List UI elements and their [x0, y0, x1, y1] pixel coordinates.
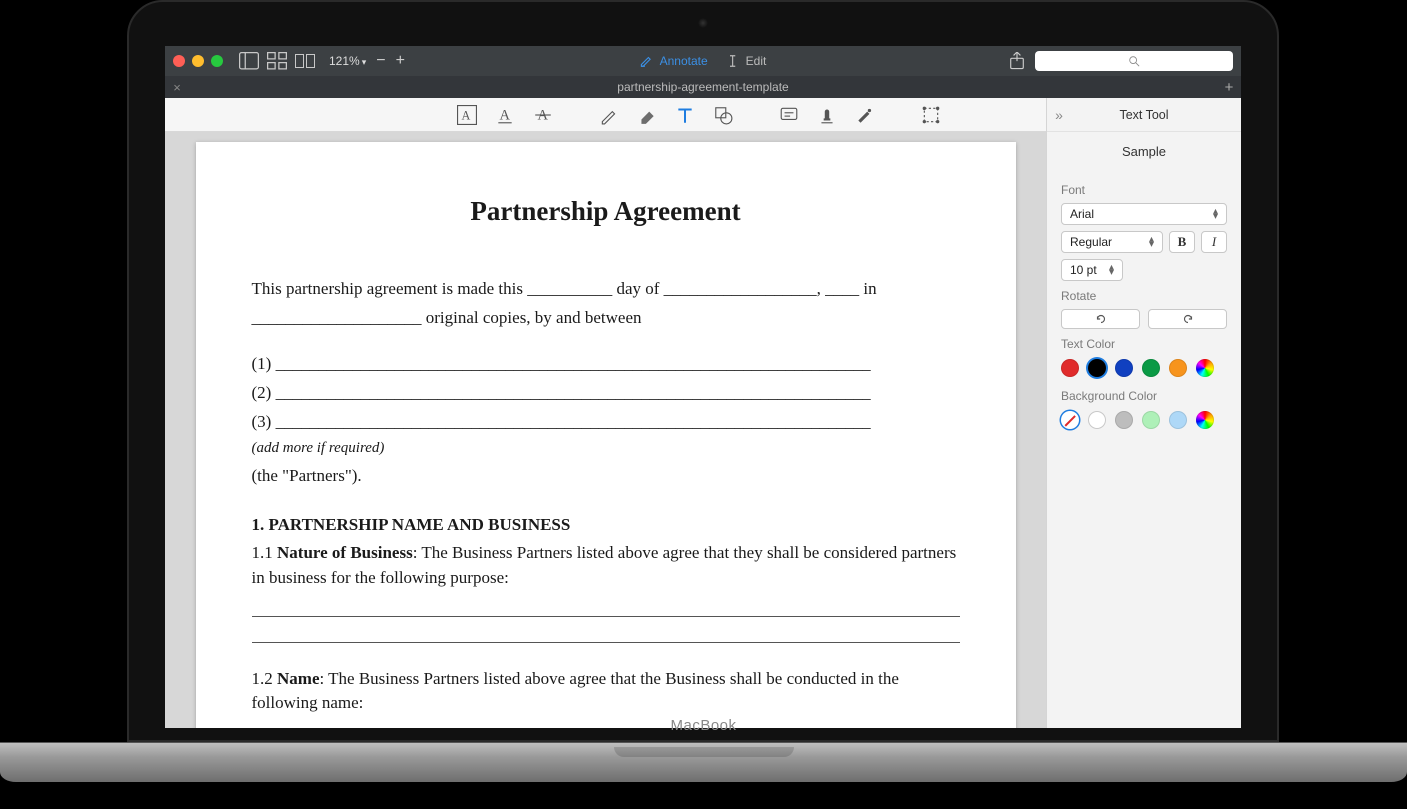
drawing-group	[599, 105, 733, 125]
shape-tool-icon[interactable]	[713, 105, 733, 125]
minimize-window[interactable]	[192, 55, 204, 67]
doc-title: Partnership Agreement	[252, 192, 960, 231]
markup-group	[779, 105, 875, 125]
font-family-select[interactable]: Arial ▴▾	[1061, 203, 1227, 225]
two-page-view-icon[interactable]	[295, 52, 315, 70]
zoom-value[interactable]: 121%▾	[329, 54, 366, 68]
bg-color-swatch[interactable]	[1061, 411, 1079, 429]
laptop-frame: 121%▾ − + Annotate Edit	[127, 0, 1279, 809]
annotate-label: Annotate	[660, 54, 708, 68]
rotate-section-label: Rotate	[1061, 289, 1227, 303]
text-color-swatch[interactable]	[1142, 359, 1160, 377]
section-1-heading: 1. PARTNERSHIP NAME AND BUSINESS	[252, 513, 960, 538]
bold-button[interactable]: B	[1169, 231, 1195, 253]
mode-switch: Annotate Edit	[640, 54, 767, 68]
text-color-swatch[interactable]	[1169, 359, 1187, 377]
pencil-icon[interactable]	[599, 105, 619, 125]
selection-icon[interactable]	[921, 105, 941, 125]
app-window: 121%▾ − + Annotate Edit	[165, 46, 1241, 728]
svg-text:A: A	[461, 108, 470, 122]
font-style-select[interactable]: Regular ▴▾	[1061, 231, 1163, 253]
thumbnails-icon[interactable]	[267, 52, 287, 70]
traffic-lights	[173, 55, 223, 67]
close-window[interactable]	[173, 55, 185, 67]
document-page: Partnership Agreement This partnership a…	[196, 142, 1016, 728]
main-area: A A A	[165, 98, 1046, 728]
partner-line-1: (1) ____________________________________…	[252, 352, 960, 377]
edit-label: Edit	[746, 54, 767, 68]
partners-label: (the "Partners").	[252, 464, 960, 489]
svg-text:A: A	[499, 107, 510, 123]
bg-color-swatch[interactable]	[1088, 411, 1106, 429]
text-color-swatches	[1061, 359, 1227, 377]
zoom-group: 121%▾ − +	[329, 53, 405, 69]
section-1-1: 1.1 Nature of Business: The Business Par…	[252, 541, 960, 590]
rotate-cw-button[interactable]	[1148, 309, 1227, 329]
edit-mode-button[interactable]: Edit	[726, 54, 767, 68]
bg-color-swatches	[1061, 411, 1227, 429]
eraser-icon[interactable]	[637, 105, 657, 125]
partner-line-2: (2) ____________________________________…	[252, 381, 960, 406]
sidebar-title: Text Tool	[1071, 108, 1217, 122]
strike-text-icon[interactable]: A	[533, 105, 553, 125]
signature-icon[interactable]	[855, 105, 875, 125]
text-color-swatch[interactable]	[1088, 359, 1106, 377]
text-style-group: A A A	[457, 105, 553, 125]
bg-color-label: Background Color	[1061, 389, 1227, 403]
annotate-toolbar: A A A	[165, 98, 1046, 132]
font-size-select[interactable]: 10 pt ▴▾	[1061, 259, 1123, 281]
title-bar-right	[1009, 51, 1233, 71]
text-color-label: Text Color	[1061, 337, 1227, 351]
text-color-swatch[interactable]	[1061, 359, 1079, 377]
text-format-icon[interactable]: A	[457, 105, 477, 125]
partner-line-3: (3) ____________________________________…	[252, 410, 960, 435]
add-more-note: (add more if required)	[252, 438, 960, 460]
sidebar-header: » Text Tool	[1047, 98, 1241, 132]
zoom-out[interactable]: −	[376, 53, 385, 69]
zoom-in[interactable]: +	[396, 53, 405, 69]
blank-line	[252, 623, 960, 643]
bg-color-swatch[interactable]	[1142, 411, 1160, 429]
selection-group	[921, 105, 941, 125]
text-color-swatch[interactable]	[1115, 359, 1133, 377]
sidebar-toggle-icon[interactable]	[239, 52, 259, 70]
text-color-swatch[interactable]	[1196, 359, 1214, 377]
doc-intro-1: This partnership agreement is made this …	[252, 277, 960, 302]
bg-color-swatch[interactable]	[1115, 411, 1133, 429]
tab-title[interactable]: partnership-agreement-template	[189, 80, 1217, 94]
sidebar-collapse-icon[interactable]: »	[1047, 107, 1071, 123]
tab-close-icon[interactable]: ×	[165, 80, 189, 95]
laptop-bezel: 121%▾ − + Annotate Edit	[127, 0, 1279, 742]
blank-line	[252, 597, 960, 617]
search-input[interactable]	[1035, 51, 1233, 71]
right-sidebar: » Text Tool Sample Font Arial ▴▾	[1046, 98, 1241, 728]
title-bar: 121%▾ − + Annotate Edit	[165, 46, 1241, 76]
sidebar-body: Font Arial ▴▾ Regular ▴▾ B	[1047, 175, 1241, 441]
screen: 121%▾ − + Annotate Edit	[165, 46, 1241, 728]
tab-bar: × partnership-agreement-template +	[165, 76, 1241, 98]
note-icon[interactable]	[779, 105, 799, 125]
doc-intro-2: ____________________ original copies, by…	[252, 306, 960, 331]
tab-add-icon[interactable]: +	[1217, 79, 1241, 96]
camera-dot	[698, 18, 708, 28]
underline-text-icon[interactable]: A	[495, 105, 515, 125]
stamp-icon[interactable]	[817, 105, 837, 125]
font-section-label: Font	[1061, 183, 1227, 197]
bg-color-swatch[interactable]	[1196, 411, 1214, 429]
annotate-mode-button[interactable]: Annotate	[640, 54, 708, 68]
bg-color-swatch[interactable]	[1169, 411, 1187, 429]
italic-button[interactable]: I	[1201, 231, 1227, 253]
text-tool-icon[interactable]	[675, 105, 695, 125]
body-area: A A A	[165, 98, 1241, 728]
macbook-label: MacBook	[670, 717, 736, 734]
share-icon[interactable]	[1009, 52, 1025, 70]
sample-preview: Sample	[1047, 132, 1241, 175]
document-canvas[interactable]: Partnership Agreement This partnership a…	[165, 132, 1046, 728]
section-1-2: 1.2 Name: The Business Partners listed a…	[252, 667, 960, 716]
fullscreen-window[interactable]	[211, 55, 223, 67]
rotate-ccw-button[interactable]	[1061, 309, 1140, 329]
laptop-base: MacBook	[0, 742, 1407, 782]
